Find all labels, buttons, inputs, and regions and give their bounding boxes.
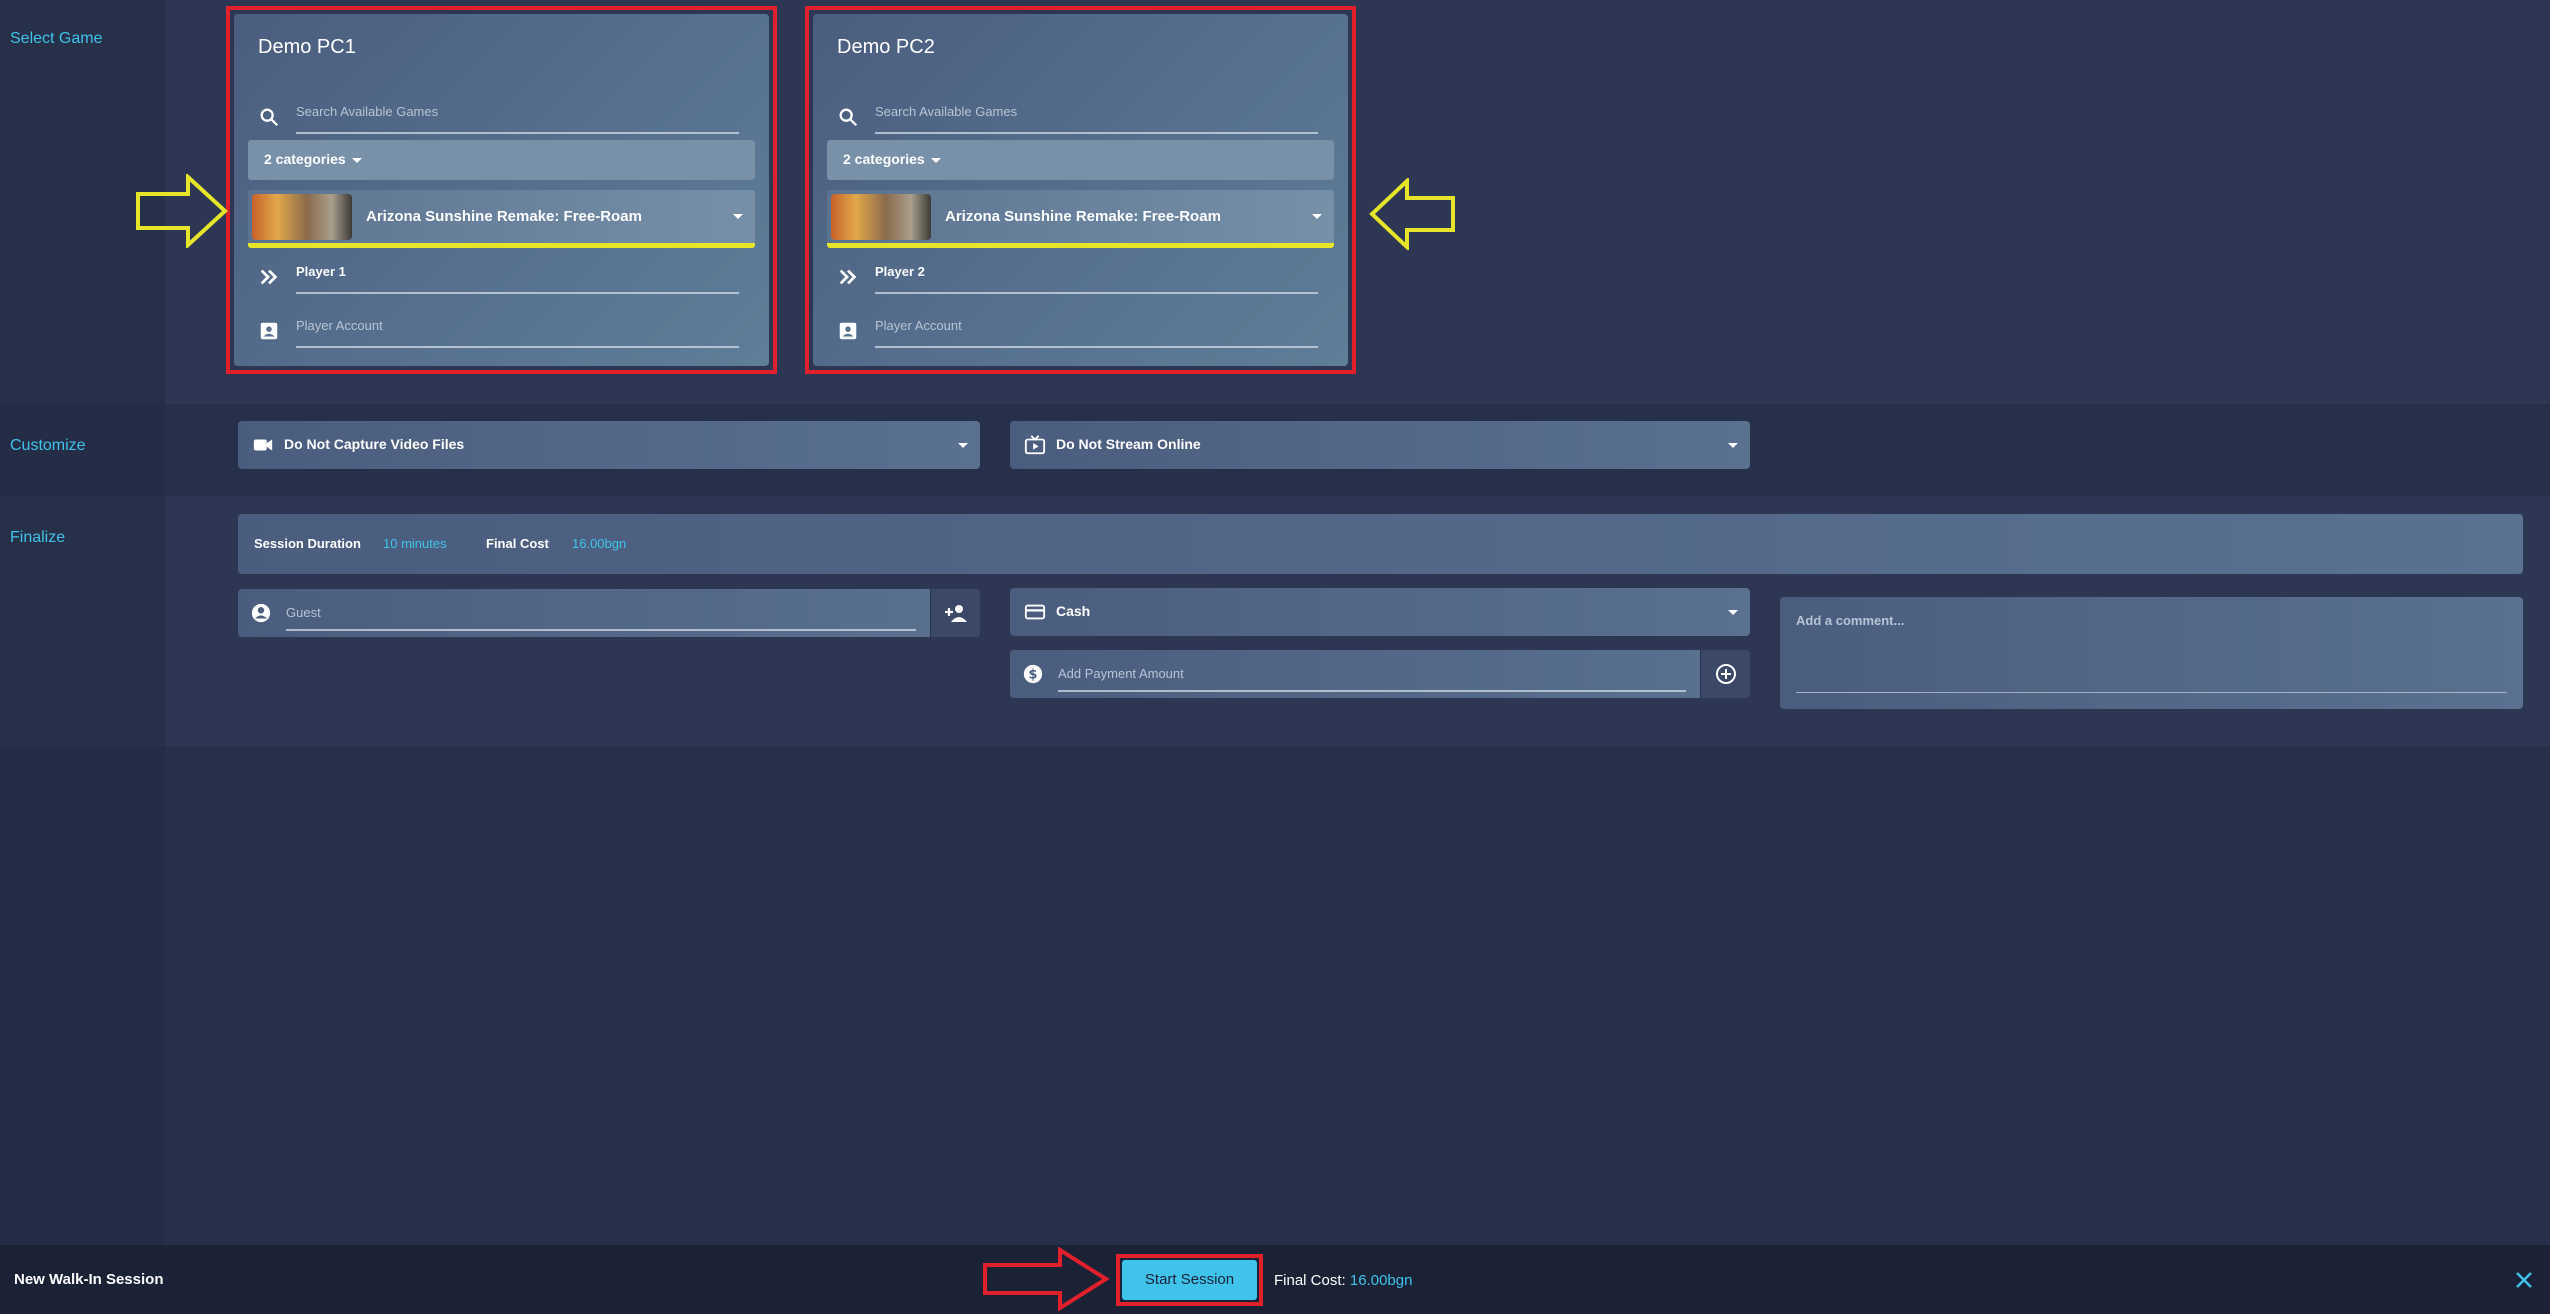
input-underline bbox=[1058, 690, 1686, 692]
player-account-field[interactable]: Player Account bbox=[258, 314, 739, 348]
player-name-input[interactable]: Player 1 bbox=[296, 264, 739, 287]
account-badge-icon bbox=[260, 322, 278, 340]
player-name-field[interactable]: Player 2 bbox=[837, 260, 1318, 294]
caret-down-icon bbox=[931, 158, 941, 163]
video-capture-dropdown[interactable]: Do Not Capture Video Files bbox=[238, 421, 980, 469]
game-search-input[interactable]: Search Available Games bbox=[875, 104, 1318, 127]
player-account-input[interactable]: Player Account bbox=[875, 318, 1318, 341]
account-circle-icon bbox=[251, 603, 271, 623]
credit-card-icon bbox=[1024, 604, 1046, 620]
categories-dropdown[interactable]: 2 categories bbox=[827, 140, 1334, 180]
input-underline bbox=[296, 292, 739, 294]
game-name: Arizona Sunshine Remake: Free-Roam bbox=[945, 208, 1221, 225]
footer-title: New Walk-In Session bbox=[14, 1271, 164, 1288]
footer-final-cost: Final Cost: 16.00bgn bbox=[1274, 1272, 1412, 1289]
search-icon bbox=[260, 108, 279, 127]
pc-card-demo-pc2: Demo PC2 Search Available Games 2 catego… bbox=[805, 6, 1356, 374]
caret-down-icon bbox=[1312, 214, 1322, 219]
caret-down-icon bbox=[1728, 443, 1738, 448]
payment-method-label: Cash bbox=[1056, 603, 1091, 619]
player-name-input[interactable]: Player 2 bbox=[875, 264, 1318, 287]
stream-label: Do Not Stream Online bbox=[1056, 436, 1201, 452]
add-circle-icon bbox=[1716, 664, 1736, 684]
comment-input[interactable]: Add a comment... bbox=[1796, 613, 1904, 628]
payment-amount-input[interactable]: Add Payment Amount bbox=[1058, 666, 1184, 681]
session-duration-value: 10 minutes bbox=[383, 536, 447, 551]
person-add-icon bbox=[945, 605, 967, 622]
caret-down-icon bbox=[958, 443, 968, 448]
final-cost-label: Final Cost bbox=[486, 536, 549, 551]
guest-input[interactable]: Guest bbox=[286, 605, 321, 620]
categories-label: 2 categories bbox=[264, 151, 346, 167]
game-thumbnail bbox=[831, 194, 931, 240]
footer-cost-value: 16.00bgn bbox=[1349, 1272, 1413, 1289]
footer-cost-label: Final Cost: bbox=[1274, 1272, 1346, 1289]
live-tv-icon bbox=[1024, 435, 1046, 455]
input-underline bbox=[875, 292, 1318, 294]
caret-down-icon bbox=[352, 158, 362, 163]
add-payment-button[interactable] bbox=[1700, 650, 1750, 698]
section-label-finalize: Finalize bbox=[10, 529, 66, 546]
account-badge-icon bbox=[839, 322, 857, 340]
input-underline bbox=[296, 346, 739, 348]
section-label-customize: Customize bbox=[10, 437, 86, 454]
input-underline bbox=[296, 132, 739, 134]
session-duration-label: Session Duration bbox=[254, 536, 361, 551]
game-search-field[interactable]: Search Available Games bbox=[837, 100, 1318, 134]
game-search-field[interactable]: Search Available Games bbox=[258, 100, 739, 134]
add-guest-button[interactable] bbox=[930, 589, 980, 637]
pc-title: Demo PC1 bbox=[258, 36, 356, 58]
payment-amount-field[interactable]: $ Add Payment Amount bbox=[1010, 650, 1750, 698]
input-underline bbox=[875, 346, 1318, 348]
caret-down-icon bbox=[733, 214, 743, 219]
categories-label: 2 categories bbox=[843, 151, 925, 167]
player-name-field[interactable]: Player 1 bbox=[258, 260, 739, 294]
svg-text:$: $ bbox=[1029, 668, 1038, 683]
player-account-field[interactable]: Player Account bbox=[837, 314, 1318, 348]
video-capture-label: Do Not Capture Video Files bbox=[284, 436, 465, 452]
game-thumbnail bbox=[252, 194, 352, 240]
stream-dropdown[interactable]: Do Not Stream Online bbox=[1010, 421, 1750, 469]
categories-dropdown[interactable]: 2 categories bbox=[248, 140, 755, 180]
caret-down-icon bbox=[1728, 610, 1738, 615]
double-chevron-icon bbox=[260, 269, 278, 285]
payment-method-dropdown[interactable]: Cash bbox=[1010, 588, 1750, 636]
player-account-input[interactable]: Player Account bbox=[296, 318, 739, 341]
pc-card-demo-pc1: Demo PC1 Search Available Games 2 catego… bbox=[226, 6, 777, 374]
pc-title: Demo PC2 bbox=[837, 36, 935, 58]
close-icon[interactable] bbox=[2512, 1268, 2536, 1292]
start-session-button[interactable]: Start Session bbox=[1122, 1260, 1257, 1300]
game-search-input[interactable]: Search Available Games bbox=[296, 104, 739, 127]
final-cost-value: 16.00bgn bbox=[572, 536, 627, 551]
double-chevron-icon bbox=[839, 269, 857, 285]
input-underline bbox=[875, 132, 1318, 134]
input-underline bbox=[286, 629, 916, 631]
game-name: Arizona Sunshine Remake: Free-Roam bbox=[366, 208, 642, 225]
input-underline bbox=[1796, 692, 2507, 693]
red-arrow-right-icon bbox=[983, 1247, 1110, 1311]
section-label-select-game: Select Game bbox=[10, 30, 103, 47]
comment-field[interactable]: Add a comment... bbox=[1780, 597, 2523, 709]
game-select-dropdown[interactable]: Arizona Sunshine Remake: Free-Roam bbox=[248, 190, 755, 248]
dollar-circle-icon: $ bbox=[1023, 664, 1043, 684]
guest-field[interactable]: Guest bbox=[238, 589, 980, 637]
video-camera-icon bbox=[253, 439, 273, 451]
yellow-arrow-left-icon bbox=[1369, 178, 1455, 250]
search-icon bbox=[839, 108, 858, 127]
game-select-dropdown[interactable]: Arizona Sunshine Remake: Free-Roam bbox=[827, 190, 1334, 248]
session-summary-bar: Session Duration 10 minutes Final Cost 1… bbox=[238, 514, 2523, 574]
yellow-arrow-right-icon bbox=[136, 174, 228, 248]
